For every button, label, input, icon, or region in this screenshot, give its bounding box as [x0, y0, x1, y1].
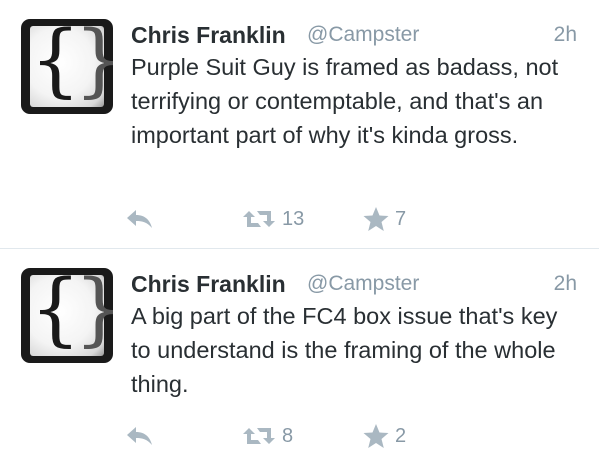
avatar[interactable]: { }	[21, 268, 113, 363]
tweet-header: Chris Franklin @Campster 2h	[131, 20, 579, 50]
retweet-icon	[241, 207, 277, 231]
star-icon	[362, 206, 390, 232]
avatar-image: { }	[30, 269, 113, 356]
tweet-header: Chris Franklin @Campster 2h	[131, 269, 579, 299]
retweet-count: 13	[282, 207, 305, 230]
tweet[interactable]: { } Chris Franklin @Campster 2h A big pa…	[0, 249, 599, 462]
author-name[interactable]: Chris Franklin	[131, 269, 286, 299]
favorite-button[interactable]: 7	[362, 204, 406, 234]
reply-button[interactable]	[125, 204, 155, 234]
reply-icon	[125, 424, 155, 448]
tweet-time[interactable]: 2h	[554, 20, 577, 50]
reply-icon	[125, 207, 155, 231]
reply-button[interactable]	[125, 421, 155, 451]
tweet[interactable]: { } Chris Franklin @Campster 2h Purple S…	[0, 0, 599, 248]
retweet-icon	[241, 424, 277, 448]
tweet-actions: 8 2	[0, 421, 599, 451]
retweet-count: 8	[282, 424, 294, 447]
tweet-time[interactable]: 2h	[554, 269, 577, 299]
author-name[interactable]: Chris Franklin	[131, 20, 286, 50]
favorite-button[interactable]: 2	[362, 421, 406, 451]
tweet-text: Purple Suit Guy is framed as badass, not…	[131, 54, 559, 148]
brace-right-glyph: }	[74, 20, 113, 100]
brace-right-glyph: }	[74, 269, 113, 349]
tweet-feed: { } Chris Franklin @Campster 2h Purple S…	[0, 0, 599, 462]
favorite-count: 2	[395, 424, 407, 447]
favorite-count: 7	[395, 207, 407, 230]
author-handle[interactable]: @Campster	[307, 269, 419, 299]
avatar-image: { }	[30, 20, 113, 107]
retweet-button[interactable]: 8	[241, 421, 293, 451]
tweet-text: A big part of the FC4 box issue that's k…	[131, 303, 558, 397]
author-handle[interactable]: @Campster	[307, 20, 419, 50]
star-icon	[362, 423, 390, 449]
tweet-actions: 13 7	[0, 204, 599, 234]
avatar[interactable]: { }	[21, 19, 113, 114]
retweet-button[interactable]: 13	[241, 204, 304, 234]
